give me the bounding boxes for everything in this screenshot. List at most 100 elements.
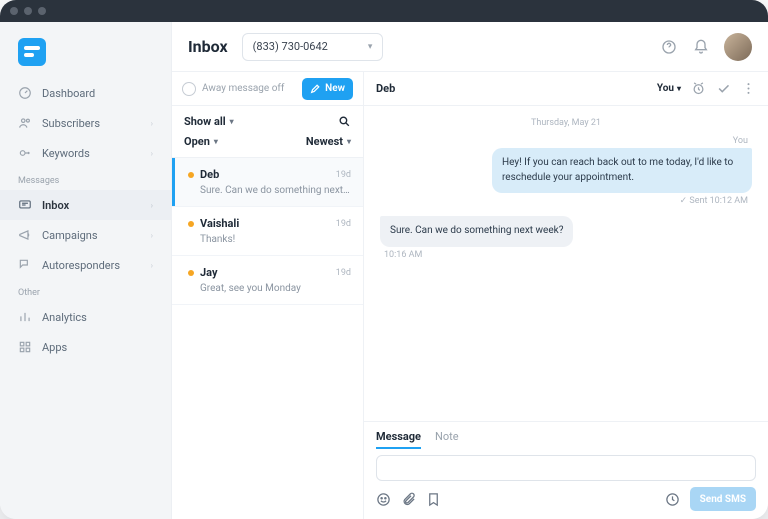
window-dot-min-icon[interactable] [24, 7, 32, 15]
message-in: Sure. Can we do something next week? [380, 216, 573, 247]
sidebar-group-messages: Messages [0, 168, 171, 190]
conversation-name: Deb [200, 168, 219, 181]
message-out: Hey! If you can reach back out to me tod… [492, 148, 752, 193]
inbox-list-pane: Away message off New Show all ▾ [172, 72, 364, 519]
away-label: Away message off [202, 83, 284, 94]
schedule-icon[interactable] [665, 492, 680, 507]
new-message-button[interactable]: New [302, 78, 353, 100]
phone-number-select[interactable]: (833) 730-0642 ▾ [242, 33, 384, 61]
conversation-preview: Thanks! [200, 234, 351, 245]
message-time: 10:16 AM [384, 250, 748, 260]
chevron-down-icon: ▾ [214, 137, 218, 146]
dashboard-icon [18, 86, 32, 100]
sidebar-item-label: Analytics [42, 311, 87, 324]
sent-check-icon: ✓ [680, 196, 688, 206]
sidebar-item-label: Inbox [42, 199, 69, 212]
bookmark-icon[interactable] [426, 492, 441, 507]
conversation-time: 19d [336, 219, 351, 229]
chevron-right-icon: › [151, 201, 153, 210]
subscribers-icon [18, 116, 32, 130]
conversation-item[interactable]: Vaishali 19d Thanks! [172, 207, 363, 256]
conversation-name: Jay [200, 266, 218, 279]
unread-dot-icon [188, 172, 194, 178]
compose-input[interactable] [376, 455, 756, 481]
app-window: Dashboard Subscribers › Keywords › Messa… [0, 0, 768, 519]
sidebar-item-inbox[interactable]: Inbox › [0, 190, 171, 220]
more-icon[interactable] [741, 81, 756, 96]
filter-sort[interactable]: Newest ▾ [306, 135, 351, 148]
unread-dot-icon [188, 270, 194, 276]
campaigns-icon [18, 228, 32, 242]
filter-show-all[interactable]: Show all ▾ [184, 115, 306, 128]
chevron-down-icon: ▾ [368, 42, 373, 52]
sidebar-item-subscribers[interactable]: Subscribers › [0, 108, 171, 138]
date-separator: Thursday, May 21 [380, 118, 752, 128]
notifications-icon[interactable] [692, 38, 710, 56]
chevron-down-icon: ▾ [347, 137, 351, 146]
sidebar-group-other: Other [0, 280, 171, 302]
window-dot-max-icon[interactable] [38, 7, 46, 15]
filter-status[interactable]: Open ▾ [184, 135, 306, 148]
conversation-item[interactable]: Deb 19d Sure. Can we do something next… [172, 158, 363, 207]
sidebar-item-campaigns[interactable]: Campaigns › [0, 220, 171, 250]
conversation-pane: Deb You ▾ Thursday, May 21 You [364, 72, 768, 519]
topbar: Inbox (833) 730-0642 ▾ [172, 22, 768, 72]
conversation-item[interactable]: Jay 19d Great, see you Monday [172, 256, 363, 305]
sidebar-item-label: Dashboard [42, 87, 95, 100]
message-status: ✓ Sent 10:12 AM [384, 196, 748, 206]
tab-message[interactable]: Message [376, 430, 421, 449]
attach-icon[interactable] [401, 492, 416, 507]
conversation-preview: Great, see you Monday [200, 283, 351, 294]
assigned-label: You [657, 83, 674, 94]
chevron-right-icon: › [151, 119, 153, 128]
sidebar-item-label: Autoresponders [42, 259, 120, 272]
sidebar-item-keywords[interactable]: Keywords › [0, 138, 171, 168]
sidebar-item-label: Apps [42, 341, 67, 354]
away-face-icon [182, 82, 196, 96]
conversation-title: Deb [376, 82, 395, 95]
conversation-name: Vaishali [200, 217, 239, 230]
sender-label: You [384, 136, 748, 146]
sidebar: Dashboard Subscribers › Keywords › Messa… [0, 22, 172, 519]
sidebar-item-apps[interactable]: Apps [0, 332, 171, 362]
away-message-toggle[interactable]: Away message off [182, 82, 284, 96]
window-titlebar [0, 0, 768, 22]
snooze-icon[interactable] [691, 81, 706, 96]
apps-icon [18, 340, 32, 354]
conversation-preview: Sure. Can we do something next… [200, 185, 351, 196]
send-label: Send SMS [700, 494, 746, 505]
help-icon[interactable] [660, 38, 678, 56]
new-button-label: New [325, 83, 345, 94]
emoji-icon[interactable] [376, 492, 391, 507]
conversation-list: Deb 19d Sure. Can we do something next… … [172, 158, 363, 519]
autoresponders-icon [18, 258, 32, 272]
chevron-right-icon: › [151, 231, 153, 240]
search-icon[interactable] [338, 115, 351, 128]
avatar[interactable] [724, 33, 752, 61]
filter-label: Show all [184, 115, 226, 128]
sidebar-item-analytics[interactable]: Analytics [0, 302, 171, 332]
keywords-icon [18, 146, 32, 160]
unread-dot-icon [188, 221, 194, 227]
filter-label: Newest [306, 135, 343, 148]
chevron-right-icon: › [151, 149, 153, 158]
sidebar-item-label: Subscribers [42, 117, 100, 130]
conversation-time: 19d [336, 170, 351, 180]
chevron-down-icon: ▾ [230, 117, 234, 126]
inbox-icon [18, 198, 32, 212]
window-dot-close-icon[interactable] [10, 7, 18, 15]
sidebar-item-autoresponders[interactable]: Autoresponders › [0, 250, 171, 280]
sidebar-item-label: Campaigns [42, 229, 98, 242]
sidebar-item-dashboard[interactable]: Dashboard [0, 78, 171, 108]
resolve-icon[interactable] [716, 81, 731, 96]
app-logo-icon [18, 38, 46, 66]
page-title: Inbox [188, 37, 228, 56]
sidebar-item-label: Keywords [42, 147, 90, 160]
filter-label: Open [184, 135, 210, 148]
tab-note[interactable]: Note [435, 430, 459, 449]
analytics-icon [18, 310, 32, 324]
chevron-right-icon: › [151, 261, 153, 270]
send-button[interactable]: Send SMS [690, 487, 756, 511]
assigned-to-dropdown[interactable]: You ▾ [657, 83, 681, 94]
composer: Message Note Send SMS [364, 421, 768, 519]
